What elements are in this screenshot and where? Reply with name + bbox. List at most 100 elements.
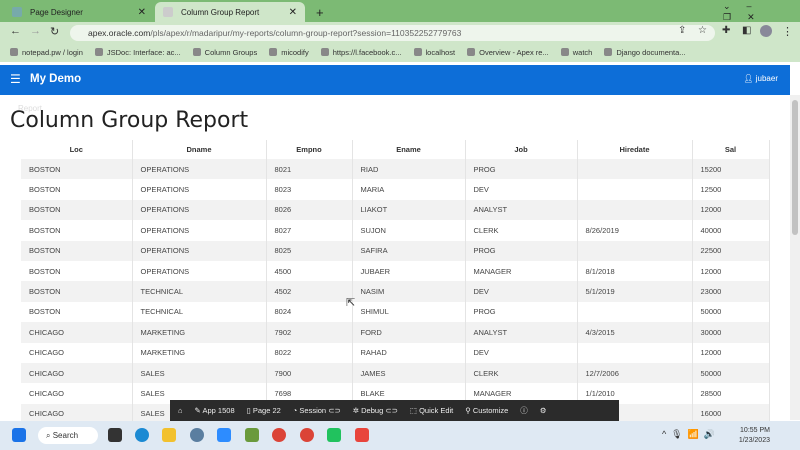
table-cell: LIAKOT: [352, 199, 466, 221]
bookmark[interactable]: micodify: [269, 48, 309, 57]
app-name[interactable]: My Demo: [30, 73, 81, 85]
table-row: BOSTON OPERATIONS 8023 MARIA DEV 12500: [21, 179, 770, 200]
back-icon[interactable]: ←: [10, 25, 21, 37]
table-cell: NASIM: [352, 281, 466, 302]
star-icon[interactable]: ☆: [698, 25, 707, 36]
table-row: BOSTON OPERATIONS 4500 JUBAER MANAGER 8/1/201…: [21, 260, 770, 282]
table-cell: [577, 159, 693, 180]
share-icon[interactable]: ⇪: [678, 25, 686, 36]
zoom-icon[interactable]: [217, 428, 231, 442]
scrollbar-thumb[interactable]: [792, 100, 798, 235]
table-cell: TECHNICAL: [132, 301, 267, 323]
chrome-icon[interactable]: [272, 428, 286, 442]
camtasia-green-icon[interactable]: [327, 428, 341, 442]
table-cell: JAMES: [352, 362, 466, 384]
home-icon[interactable]: ⌂: [178, 406, 183, 415]
column-header[interactable]: Ename: [352, 140, 466, 159]
column-header[interactable]: Empno: [266, 140, 353, 159]
session-button[interactable]: ◔ Session ⊂⊃: [293, 406, 341, 415]
table-cell: 15200: [692, 159, 770, 180]
debug-button[interactable]: ✲ Debug ⊂⊃: [353, 406, 398, 415]
paint-icon[interactable]: [245, 428, 259, 442]
table-cell: BOSTON: [21, 220, 133, 241]
customize-button[interactable]: ⚲ Customize: [465, 406, 508, 415]
browser-tab-strip: Page Designer ✕ Column Group Report ✕ + ⌄–…: [0, 0, 800, 22]
close-tab-icon[interactable]: ✕: [289, 7, 297, 18]
close-tab-icon[interactable]: ✕: [138, 7, 146, 18]
app-button[interactable]: ✎ App 1508: [195, 406, 235, 415]
table-cell: JUBAER: [352, 260, 466, 282]
bookmark[interactable]: notepad.pw / login: [10, 48, 83, 57]
taskbar-search[interactable]: ⌕ Search: [38, 427, 98, 444]
table-cell: 8023: [266, 179, 353, 200]
new-tab-button[interactable]: +: [308, 2, 332, 22]
edge-icon[interactable]: [135, 428, 149, 442]
forward-icon[interactable]: →: [30, 25, 41, 37]
column-header[interactable]: Job: [465, 140, 578, 159]
table-cell: OPERATIONS: [132, 220, 267, 241]
scrollbar[interactable]: [790, 95, 800, 420]
column-header[interactable]: Sal: [692, 140, 770, 159]
hamburger-menu-icon[interactable]: ☰: [10, 72, 21, 86]
window-controls[interactable]: ⌄–❐✕: [715, 1, 800, 22]
side-panel-icon[interactable]: ◧: [742, 25, 751, 36]
extensions-icon[interactable]: ✚: [722, 25, 730, 36]
table-cell: 8/26/2019: [577, 220, 693, 241]
table-cell: 12000: [692, 342, 770, 363]
column-header[interactable]: Dname: [132, 140, 267, 159]
table-cell: CHICAGO: [21, 342, 133, 363]
system-tray-icons[interactable]: ^🎙︎📶🔊: [662, 429, 720, 440]
tab-label: Column Group Report: [181, 7, 260, 17]
table-cell: SHIMUL: [352, 301, 466, 323]
page-button[interactable]: ▯ Page 22: [247, 406, 281, 415]
settings-gear-icon[interactable]: ⚙: [540, 406, 547, 415]
avatar[interactable]: [760, 25, 772, 37]
menu-icon[interactable]: ⋮: [782, 25, 793, 38]
table-cell: OPERATIONS: [132, 240, 267, 261]
task-view-icon[interactable]: [108, 428, 122, 442]
info-icon[interactable]: ⓘ: [520, 405, 528, 416]
table-cell: ANALYST: [465, 199, 578, 221]
bookmark[interactable]: localhost: [414, 48, 456, 57]
table-cell: RAHAD: [352, 342, 466, 363]
table-row: CHICAGO MARKETING 8022 RAHAD DEV 12000: [21, 342, 770, 363]
table-cell: MARIA: [352, 179, 466, 200]
url-input[interactable]: apex.oracle.com/pls/apex/r/madaripur/my-…: [70, 25, 715, 41]
tab-column-group-report[interactable]: Column Group Report ✕: [155, 2, 305, 22]
apex-icon: [12, 7, 22, 17]
windows-start-icon[interactable]: [12, 428, 26, 442]
column-header[interactable]: Loc: [21, 140, 133, 159]
bookmark[interactable]: Overview - Apex re...: [467, 48, 549, 57]
tab-page-designer[interactable]: Page Designer ✕: [4, 2, 154, 22]
table-cell: CLERK: [465, 362, 578, 384]
clock[interactable]: 10:55 PM 1/23/2023: [739, 426, 770, 446]
bookmark[interactable]: watch: [561, 48, 593, 57]
bookmark[interactable]: JSDoc: Interface: ac...: [95, 48, 181, 57]
bookmark[interactable]: https://l.facebook.c...: [321, 48, 402, 57]
bookmark[interactable]: Column Groups: [193, 48, 258, 57]
date: 1/23/2023: [738, 437, 770, 444]
column-header[interactable]: Hiredate: [577, 140, 693, 159]
table-cell: 5/1/2019: [577, 281, 693, 302]
user-menu[interactable]: 👤︎ jubaer: [743, 74, 778, 83]
table-cell: OPERATIONS: [132, 199, 267, 221]
file-explorer-icon[interactable]: [162, 428, 176, 442]
tab-label: Page Designer: [30, 7, 83, 17]
table-cell: CHICAGO: [21, 362, 133, 384]
table-row: BOSTON OPERATIONS 8026 LIAKOT ANALYST 12000: [21, 199, 770, 221]
table-cell: 4/3/2015: [577, 322, 693, 343]
table-cell: 8021: [266, 159, 353, 180]
chrome-profile-icon[interactable]: [300, 428, 314, 442]
bookmark[interactable]: Django documenta...: [604, 48, 685, 57]
camtasia-red-icon[interactable]: [355, 428, 369, 442]
table-cell: OPERATIONS: [132, 179, 267, 200]
table-cell: 12000: [692, 199, 770, 221]
table-cell: [577, 240, 693, 261]
table-cell: 22500: [692, 240, 770, 261]
table-cell: 12000: [692, 260, 770, 282]
settings-icon[interactable]: [190, 428, 204, 442]
quick-edit-button[interactable]: ⬚ Quick Edit: [410, 406, 453, 415]
app-label: App 1508: [202, 406, 235, 415]
table-cell: 30000: [692, 322, 770, 343]
reload-icon[interactable]: ↻: [50, 25, 59, 38]
